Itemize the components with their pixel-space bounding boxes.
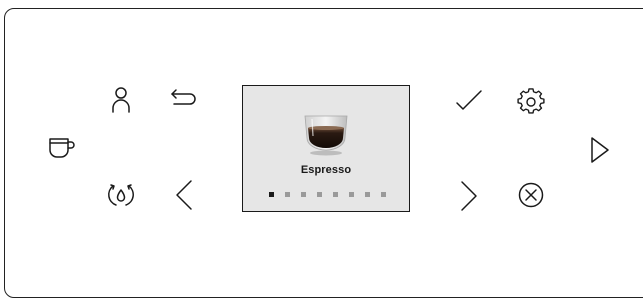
page-dot <box>365 192 370 197</box>
page-dot <box>269 192 274 197</box>
cancel-icon[interactable] <box>518 182 544 208</box>
page-dot <box>333 192 338 197</box>
settings-gear-icon[interactable] <box>517 88 545 115</box>
chevron-left-icon[interactable] <box>174 179 194 211</box>
page-dot <box>381 192 386 197</box>
user-icon[interactable] <box>111 86 131 114</box>
play-icon[interactable] <box>590 136 610 164</box>
page-indicator <box>269 192 386 197</box>
back-arrow-icon[interactable] <box>170 88 198 108</box>
espresso-cup-image <box>300 110 352 161</box>
page-dot <box>349 192 354 197</box>
display-screen: Espresso <box>242 85 410 212</box>
chevron-right-icon[interactable] <box>459 180 479 212</box>
cup-icon[interactable] <box>48 137 76 161</box>
page-dot <box>317 192 322 197</box>
drink-name-label: Espresso <box>300 164 352 176</box>
page-dot <box>285 192 290 197</box>
water-drop-icon[interactable] <box>107 181 135 209</box>
page-dot <box>301 192 306 197</box>
checkmark-icon[interactable] <box>455 89 483 113</box>
